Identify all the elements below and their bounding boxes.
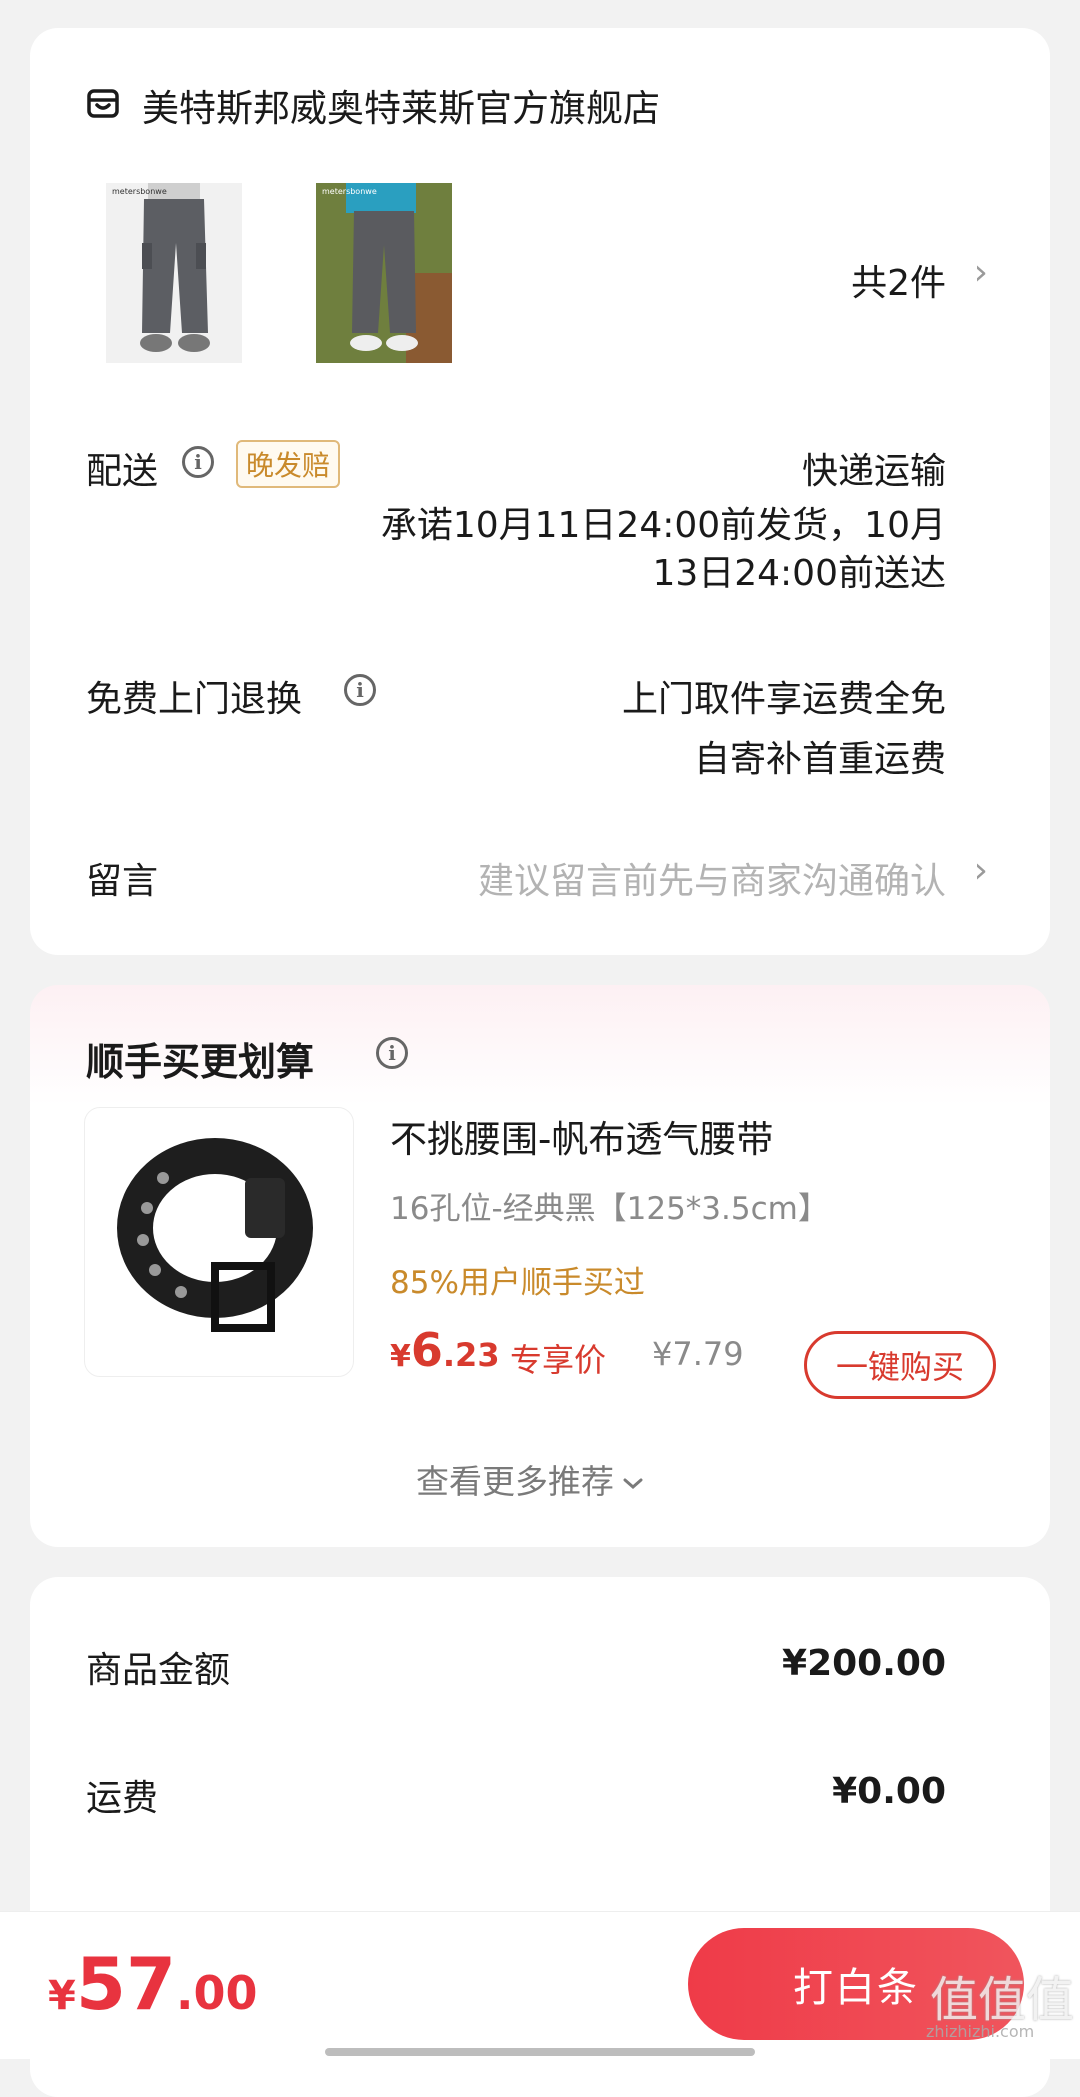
shop-card: 美特斯邦威奥特莱斯官方旗舰店 metersbonwe metersbonwe 共… <box>30 28 1050 955</box>
pants-image <box>316 183 452 363</box>
product-thumbnail-2[interactable]: metersbonwe <box>316 183 452 363</box>
info-icon[interactable]: i <box>344 674 376 706</box>
upsell-card: 顺手买更划算 i 不挑腰围-帆布透气腰带 16孔位-经典黑【125*3.5cm】… <box>30 985 1050 1547</box>
total-price: ¥57.00 <box>48 1942 258 2026</box>
goods-amount-value: ¥200.00 <box>782 1643 946 1684</box>
belt-image[interactable] <box>84 1107 354 1377</box>
thumbnail-brand-label: metersbonwe <box>112 187 167 196</box>
upsell-product-title[interactable]: 不挑腰围-帆布透气腰带 <box>390 1109 773 1163</box>
pants-image <box>140 183 210 352</box>
delivery-promise-line1: 承诺10月11日24:00前发货，10月 <box>380 505 946 546</box>
delivery-promise-line2: 13日24:00前送达 <box>652 553 946 594</box>
watermark-logo: 值 值 值 zhizhizhi.com <box>922 1960 1075 2050</box>
home-indicator[interactable] <box>325 2048 755 2056</box>
chevron-right-icon[interactable]: › <box>974 252 988 293</box>
price-integer: 6 <box>410 1323 443 1377</box>
item-count[interactable]: 共2件 <box>851 254 946 306</box>
shipping-fee-label: 运费 <box>86 1778 159 1819</box>
watermark-glyph: 值 <box>978 1972 1027 2028</box>
total-decimal: .00 <box>176 1966 258 2020</box>
shop-name[interactable]: 美特斯邦威奥特莱斯官方旗舰店 <box>142 78 660 132</box>
social-proof: 85%用户顺手买过 <box>390 1265 645 1301</box>
watermark-glyph: 值 <box>930 1972 979 2028</box>
product-thumbnail-1[interactable]: metersbonwe <box>106 183 242 363</box>
upsell-price: ¥6.23 <box>390 1323 500 1377</box>
free-return-label: 免费上门退换 <box>86 679 303 720</box>
thumbnail-brand-label: metersbonwe <box>322 187 377 196</box>
total-symbol: ¥ <box>48 1973 76 2019</box>
info-icon[interactable]: i <box>376 1037 408 1069</box>
original-price: ¥7.79 <box>652 1335 744 1373</box>
chevron-down-icon <box>622 1460 644 1499</box>
late-compensation-badge: 晚发赔 <box>236 440 341 488</box>
free-return-line2: 自寄补首重运费 <box>693 739 946 780</box>
one-click-buy-button[interactable]: 一键购买 <box>804 1331 996 1399</box>
delivery-method: 快递运输 <box>801 451 946 492</box>
exclusive-price-tag: 专享价 <box>510 1341 607 1379</box>
shipping-fee-value: ¥0.00 <box>832 1771 946 1812</box>
price-decimal: .23 <box>442 1336 500 1374</box>
message-label: 留言 <box>86 861 159 902</box>
watermark-glyph: 值 <box>1026 1972 1075 2028</box>
chevron-right-icon[interactable]: › <box>974 850 988 891</box>
message-input[interactable]: 建议留言前先与商家沟通确认 <box>478 852 946 904</box>
upsell-product-spec: 16孔位-经典黑【125*3.5cm】 <box>390 1191 829 1227</box>
delivery-label: 配送 <box>86 451 159 492</box>
upsell-title: 顺手买更划算 <box>86 1040 315 1084</box>
total-integer: 57 <box>75 1942 177 2026</box>
see-more-recommendations[interactable]: 查看更多推荐 <box>416 1455 644 1503</box>
store-icon <box>86 86 120 120</box>
checkout-bar: ¥57.00 打白条 值 值 值 zhizhizhi.com <box>0 1911 1080 2059</box>
free-return-line1: 上门取件享运费全免 <box>621 679 946 720</box>
watermark-url: zhizhizhi.com <box>926 2022 1035 2041</box>
info-icon[interactable]: i <box>182 446 214 478</box>
price-symbol: ¥ <box>390 1339 411 1374</box>
see-more-label: 查看更多推荐 <box>416 1462 614 1501</box>
goods-amount-label: 商品金额 <box>86 1650 231 1691</box>
